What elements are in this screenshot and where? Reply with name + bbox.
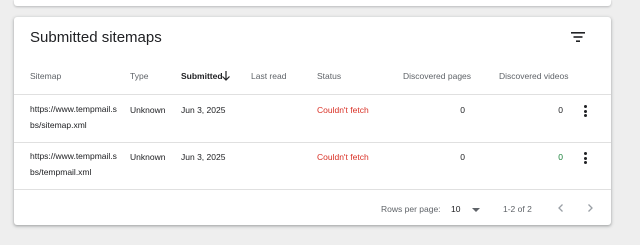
table-footer: Rows per page: 10 1-2 of 2 <box>14 191 611 225</box>
filter-icon <box>571 32 585 42</box>
column-header-sitemap[interactable]: Sitemap <box>30 71 61 81</box>
status-text: Couldn't fetch <box>317 152 369 162</box>
column-header-type[interactable]: Type <box>130 71 148 81</box>
column-header-submitted[interactable]: Submitted <box>181 71 223 81</box>
discovered-videos-count: 0 <box>558 105 563 115</box>
submitted-date: Jun 3, 2025 <box>181 105 226 115</box>
discovered-pages-count: 0 <box>460 152 465 162</box>
column-header-status[interactable]: Status <box>317 71 341 81</box>
sitemap-url: https://www.tempmail.sbs/tempmail.xml <box>30 151 117 177</box>
card-title: Submitted sitemaps <box>30 29 162 46</box>
arrow-down-icon[interactable] <box>221 70 231 82</box>
submitted-sitemaps-card: Submitted sitemaps Sitemap Type Submitte… <box>14 17 611 225</box>
column-header-last-read[interactable]: Last read <box>251 71 286 81</box>
submitted-date: Jun 3, 2025 <box>181 152 226 162</box>
table-row[interactable]: https://www.tempmail.sbs/tempmail.xml Un… <box>14 143 611 190</box>
table-row[interactable]: https://www.tempmail.sbs/sitemap.xml Unk… <box>14 96 611 143</box>
sitemap-type: Unknown <box>130 152 166 162</box>
rows-per-page-value: 10 <box>451 204 461 214</box>
next-page-button[interactable] <box>583 201 597 215</box>
dropdown-arrow-icon <box>472 208 480 212</box>
chevron-right-icon <box>588 204 593 212</box>
table-header: Sitemap Type Submitted Last read Status … <box>14 65 611 95</box>
sitemap-url: https://www.tempmail.sbs/sitemap.xml <box>30 104 117 130</box>
filter-button[interactable] <box>568 27 588 47</box>
status-text: Couldn't fetch <box>317 105 369 115</box>
discovered-videos-count: 0 <box>558 152 563 162</box>
column-header-discovered-videos[interactable]: Discovered videos <box>499 71 568 81</box>
more-actions-button[interactable] <box>580 150 592 166</box>
rows-per-page-label: Rows per page: <box>381 204 441 214</box>
discovered-pages-count: 0 <box>460 105 465 115</box>
previous-page-button[interactable] <box>554 201 568 215</box>
more-actions-button[interactable] <box>580 103 592 119</box>
chevron-left-icon <box>558 204 563 212</box>
pagination-range: 1-2 of 2 <box>503 204 532 214</box>
previous-card-edge <box>14 0 611 6</box>
rows-per-page-select[interactable]: 10 <box>451 201 483 217</box>
column-header-discovered-pages[interactable]: Discovered pages <box>403 71 471 81</box>
sitemap-type: Unknown <box>130 105 166 115</box>
